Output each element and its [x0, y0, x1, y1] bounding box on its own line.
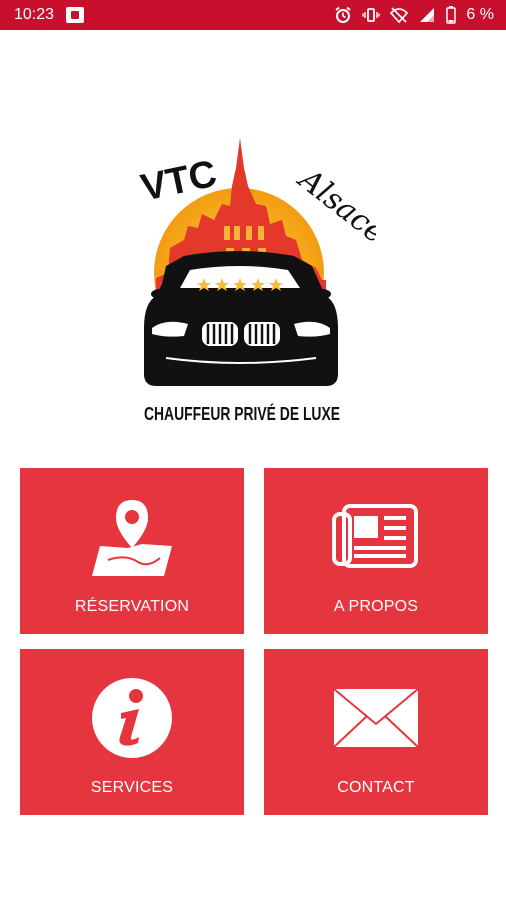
reservation-label: RÉSERVATION — [74, 598, 190, 615]
contact-label: CONTACT — [337, 779, 415, 796]
wifi-off-icon — [390, 7, 409, 24]
status-bar: 10:23 6 % — [0, 0, 506, 30]
map-pin-icon — [20, 496, 244, 578]
signal-icon — [420, 8, 435, 22]
status-icons: 6 % — [334, 5, 494, 25]
status-time: 10:23 — [14, 6, 55, 23]
app-logo: VTC Alsace CHAUFFEUR PRIVÉ DE LUXE — [137, 138, 376, 424]
contact-tile-button[interactable]: CONTACT — [264, 649, 488, 815]
services-tile-button[interactable]: SERVICES — [20, 649, 244, 815]
apropos-tile-button[interactable]: A PROPOS — [264, 468, 488, 634]
logo-tagline: CHAUFFEUR PRIVÉ DE LUXE — [144, 403, 340, 424]
battery-icon — [446, 6, 457, 24]
notification-icon — [66, 7, 84, 23]
newspaper-icon — [264, 496, 488, 578]
envelope-icon — [264, 677, 488, 759]
info-icon — [20, 677, 244, 759]
battery-percentage: 6 % — [466, 6, 494, 23]
apropos-label: A PROPOS — [333, 598, 419, 615]
reservation-tile-button[interactable]: RÉSERVATION — [20, 468, 244, 634]
alarm-icon — [335, 6, 351, 23]
services-label: SERVICES — [90, 779, 174, 796]
vibrate-icon — [362, 8, 381, 22]
